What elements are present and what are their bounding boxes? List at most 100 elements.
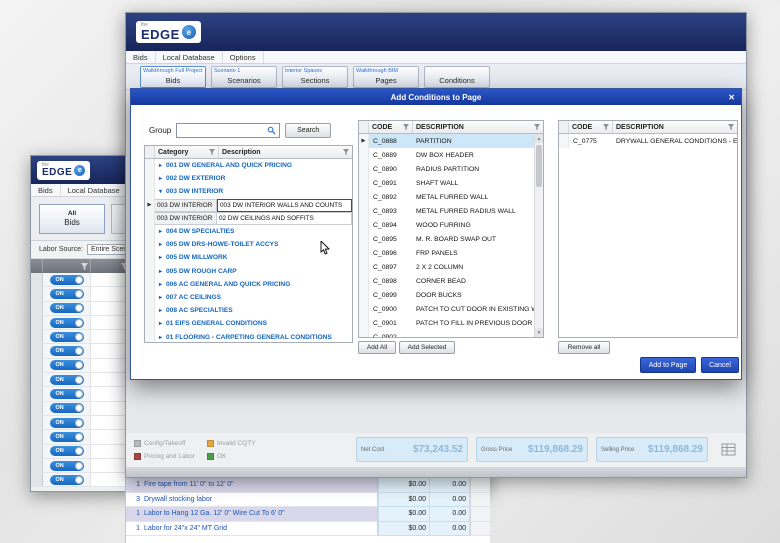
- chevron-down-icon[interactable]: ▾: [155, 188, 166, 195]
- menu-bids[interactable]: Bids: [126, 51, 156, 63]
- filter-icon[interactable]: [603, 124, 609, 130]
- filter-icon[interactable]: [403, 124, 409, 130]
- category-column-header[interactable]: Category: [155, 146, 219, 158]
- on-off-toggle[interactable]: ON: [49, 403, 84, 414]
- on-off-toggle[interactable]: ON: [49, 474, 84, 485]
- add-to-page-button[interactable]: Add to Page: [640, 357, 696, 373]
- tree-item[interactable]: ▾ 003 DW INTERIOR: [145, 185, 352, 199]
- filter-icon[interactable]: [343, 149, 349, 155]
- item-row[interactable]: 3 Drywall stocking labor $0.00 0.00: [126, 492, 490, 507]
- ribbon-group-pages[interactable]: Walkthrough BIM Pages: [353, 65, 419, 88]
- remove-all-button[interactable]: Remove all: [558, 341, 610, 354]
- item-row[interactable]: 1 Labor to Hang 12 Ga. 12' 0" Wire Cut To…: [126, 507, 490, 522]
- filter-icon[interactable]: [81, 262, 88, 270]
- selected-condition-row[interactable]: C_0775 DRYWALL GENERAL CONDITIONS - EQUIP…: [559, 134, 737, 148]
- tree-item[interactable]: ▸ 002 DW EXTERIOR: [145, 172, 352, 186]
- tree-item[interactable]: ▸ 006 AC GENERAL AND QUICK PRICING: [145, 277, 352, 291]
- item-hours-cell[interactable]: 0.00: [430, 521, 470, 536]
- available-condition-row[interactable]: C_0889 DW BOX HEADER: [359, 148, 534, 162]
- filter-icon[interactable]: [209, 149, 215, 155]
- tree-item[interactable]: ▸ 004 DW SPECIALTIES: [145, 224, 352, 239]
- on-off-toggle[interactable]: ON: [49, 346, 84, 357]
- available-condition-row[interactable]: C_0899 DOOR BUCKS: [359, 288, 534, 302]
- item-price-cell[interactable]: $0.00: [378, 492, 430, 507]
- available-condition-row[interactable]: C_0896 FRP PANELS: [359, 246, 534, 260]
- menu-bids[interactable]: Bids: [31, 184, 61, 196]
- chevron-right-icon[interactable]: ▸: [155, 334, 166, 341]
- tree-child-row[interactable]: 003 DW INTERIOR 02 DW CEILINGS AND SOFFIT…: [145, 211, 352, 225]
- code-column-header[interactable]: CODE: [569, 121, 613, 133]
- scroll-thumb[interactable]: [536, 145, 542, 187]
- chevron-right-icon[interactable]: ▸: [155, 162, 166, 169]
- available-condition-row[interactable]: C_0891 SHAFT WALL: [359, 176, 534, 190]
- chevron-right-icon[interactable]: ▸: [155, 281, 166, 288]
- description-column-header[interactable]: DESCRIPTION: [413, 121, 543, 133]
- on-off-toggle[interactable]: ON: [49, 288, 84, 299]
- on-off-toggle[interactable]: ON: [49, 446, 84, 457]
- chevron-right-icon[interactable]: ▸: [155, 228, 166, 235]
- menu-local-database[interactable]: Local Database: [61, 184, 128, 196]
- available-condition-row[interactable]: C_0890 RADIUS PARTITION: [359, 162, 534, 176]
- search-icon[interactable]: [267, 126, 276, 135]
- ribbon-group-scenarios[interactable]: Scenario 1 Scenarios: [211, 65, 277, 88]
- on-off-toggle[interactable]: ON: [49, 431, 84, 442]
- header-toggle-col[interactable]: [43, 259, 91, 273]
- chevron-right-icon[interactable]: ▸: [155, 175, 166, 182]
- ribbon-group-bids[interactable]: Walkthrough Full Project Bids: [140, 65, 206, 88]
- item-price-cell[interactable]: $0.00: [378, 478, 430, 493]
- chevron-right-icon[interactable]: ▸: [155, 241, 166, 248]
- ribbon-group-sections[interactable]: Interior Spaces Sections: [282, 65, 348, 88]
- chevron-right-icon[interactable]: ▸: [155, 320, 166, 327]
- item-hours-cell[interactable]: 0.00: [430, 492, 470, 507]
- tree-item[interactable]: ▸ 008 AC SPECIALTIES: [145, 304, 352, 318]
- filter-icon[interactable]: [534, 124, 540, 130]
- add-all-button[interactable]: Add All: [358, 341, 396, 354]
- tree-item[interactable]: ▸ 01 EIFS GENERAL CONDITIONS: [145, 317, 352, 331]
- tree-item[interactable]: ▸ 01 FLOORING - CARPETING GENERAL CONDITI…: [145, 330, 352, 342]
- totals-detail-icon[interactable]: [721, 443, 736, 456]
- tab-all-bids[interactable]: All Bids: [39, 203, 105, 234]
- item-hours-cell[interactable]: 0.00: [430, 507, 470, 522]
- available-condition-row[interactable]: C_0893 METAL FURRED RADIUS WALL: [359, 204, 534, 218]
- dialog-titlebar[interactable]: Add Conditions to Page ✕: [131, 89, 741, 105]
- item-row[interactable]: 1 Labor for 24"x 24" MT Grid $0.00 0.00: [126, 521, 490, 536]
- item-price-cell[interactable]: $0.00: [378, 521, 430, 536]
- available-condition-row[interactable]: C_0901 PATCH TO FILL IN PREVIOUS DOOR: [359, 316, 534, 330]
- available-condition-row[interactable]: C_0902: [359, 330, 534, 337]
- item-price-cell[interactable]: $0.00: [378, 507, 430, 522]
- tree-item[interactable]: ▸ 001 DW GENERAL AND QUICK PRICING: [145, 159, 352, 173]
- on-off-toggle[interactable]: ON: [49, 389, 84, 400]
- tree-child-row[interactable]: ▶ 003 DW INTERIOR 003 DW INTERIOR WALLS AN…: [145, 198, 352, 212]
- search-button[interactable]: Search: [285, 123, 332, 138]
- chevron-right-icon[interactable]: ▸: [155, 268, 166, 275]
- on-off-toggle[interactable]: ON: [49, 460, 84, 471]
- main-window-titlebar[interactable]: the EDGE e: [126, 13, 746, 51]
- on-off-toggle[interactable]: ON: [49, 360, 84, 371]
- chevron-right-icon[interactable]: ▸: [155, 307, 166, 314]
- filter-icon[interactable]: [728, 124, 734, 130]
- description-column-header[interactable]: DESCRIPTION: [613, 121, 737, 133]
- item-row[interactable]: 1 Fire tape from 11' 0" to 12' 0" $0.00 0.0…: [126, 478, 490, 493]
- chevron-right-icon[interactable]: ▸: [155, 294, 166, 301]
- code-column-header[interactable]: CODE: [369, 121, 413, 133]
- group-search-input[interactable]: [176, 123, 281, 138]
- scroll-down-button[interactable]: ▼: [535, 328, 543, 337]
- close-icon[interactable]: ✕: [728, 89, 735, 105]
- available-condition-row[interactable]: C_0897 2 X 2 COLUMN: [359, 260, 534, 274]
- chevron-right-icon[interactable]: ▸: [155, 254, 166, 261]
- available-condition-row[interactable]: C_0900 PATCH TO CUT DOOR IN EXISTING WALL: [359, 302, 534, 316]
- on-off-toggle[interactable]: ON: [49, 303, 84, 314]
- tree-item[interactable]: ▸ 005 DW ROUGH CARP: [145, 264, 352, 278]
- tree-item[interactable]: ▸ 007 AC CEILINGS: [145, 290, 352, 305]
- cancel-button[interactable]: Cancel: [701, 357, 739, 373]
- available-condition-row[interactable]: C_0892 METAL FURRED WALL: [359, 190, 534, 204]
- on-off-toggle[interactable]: ON: [49, 317, 84, 328]
- menu-local-database[interactable]: Local Database: [156, 51, 223, 63]
- on-off-toggle[interactable]: ON: [49, 417, 84, 428]
- add-selected-button[interactable]: Add Selected: [399, 341, 455, 354]
- description-column-header[interactable]: Description: [219, 146, 352, 158]
- on-off-toggle[interactable]: ON: [49, 374, 84, 385]
- scroll-up-button[interactable]: ▲: [535, 134, 543, 143]
- on-off-toggle[interactable]: ON: [49, 331, 84, 342]
- available-condition-row[interactable]: ▶ C_0888 PARTITION: [359, 134, 534, 148]
